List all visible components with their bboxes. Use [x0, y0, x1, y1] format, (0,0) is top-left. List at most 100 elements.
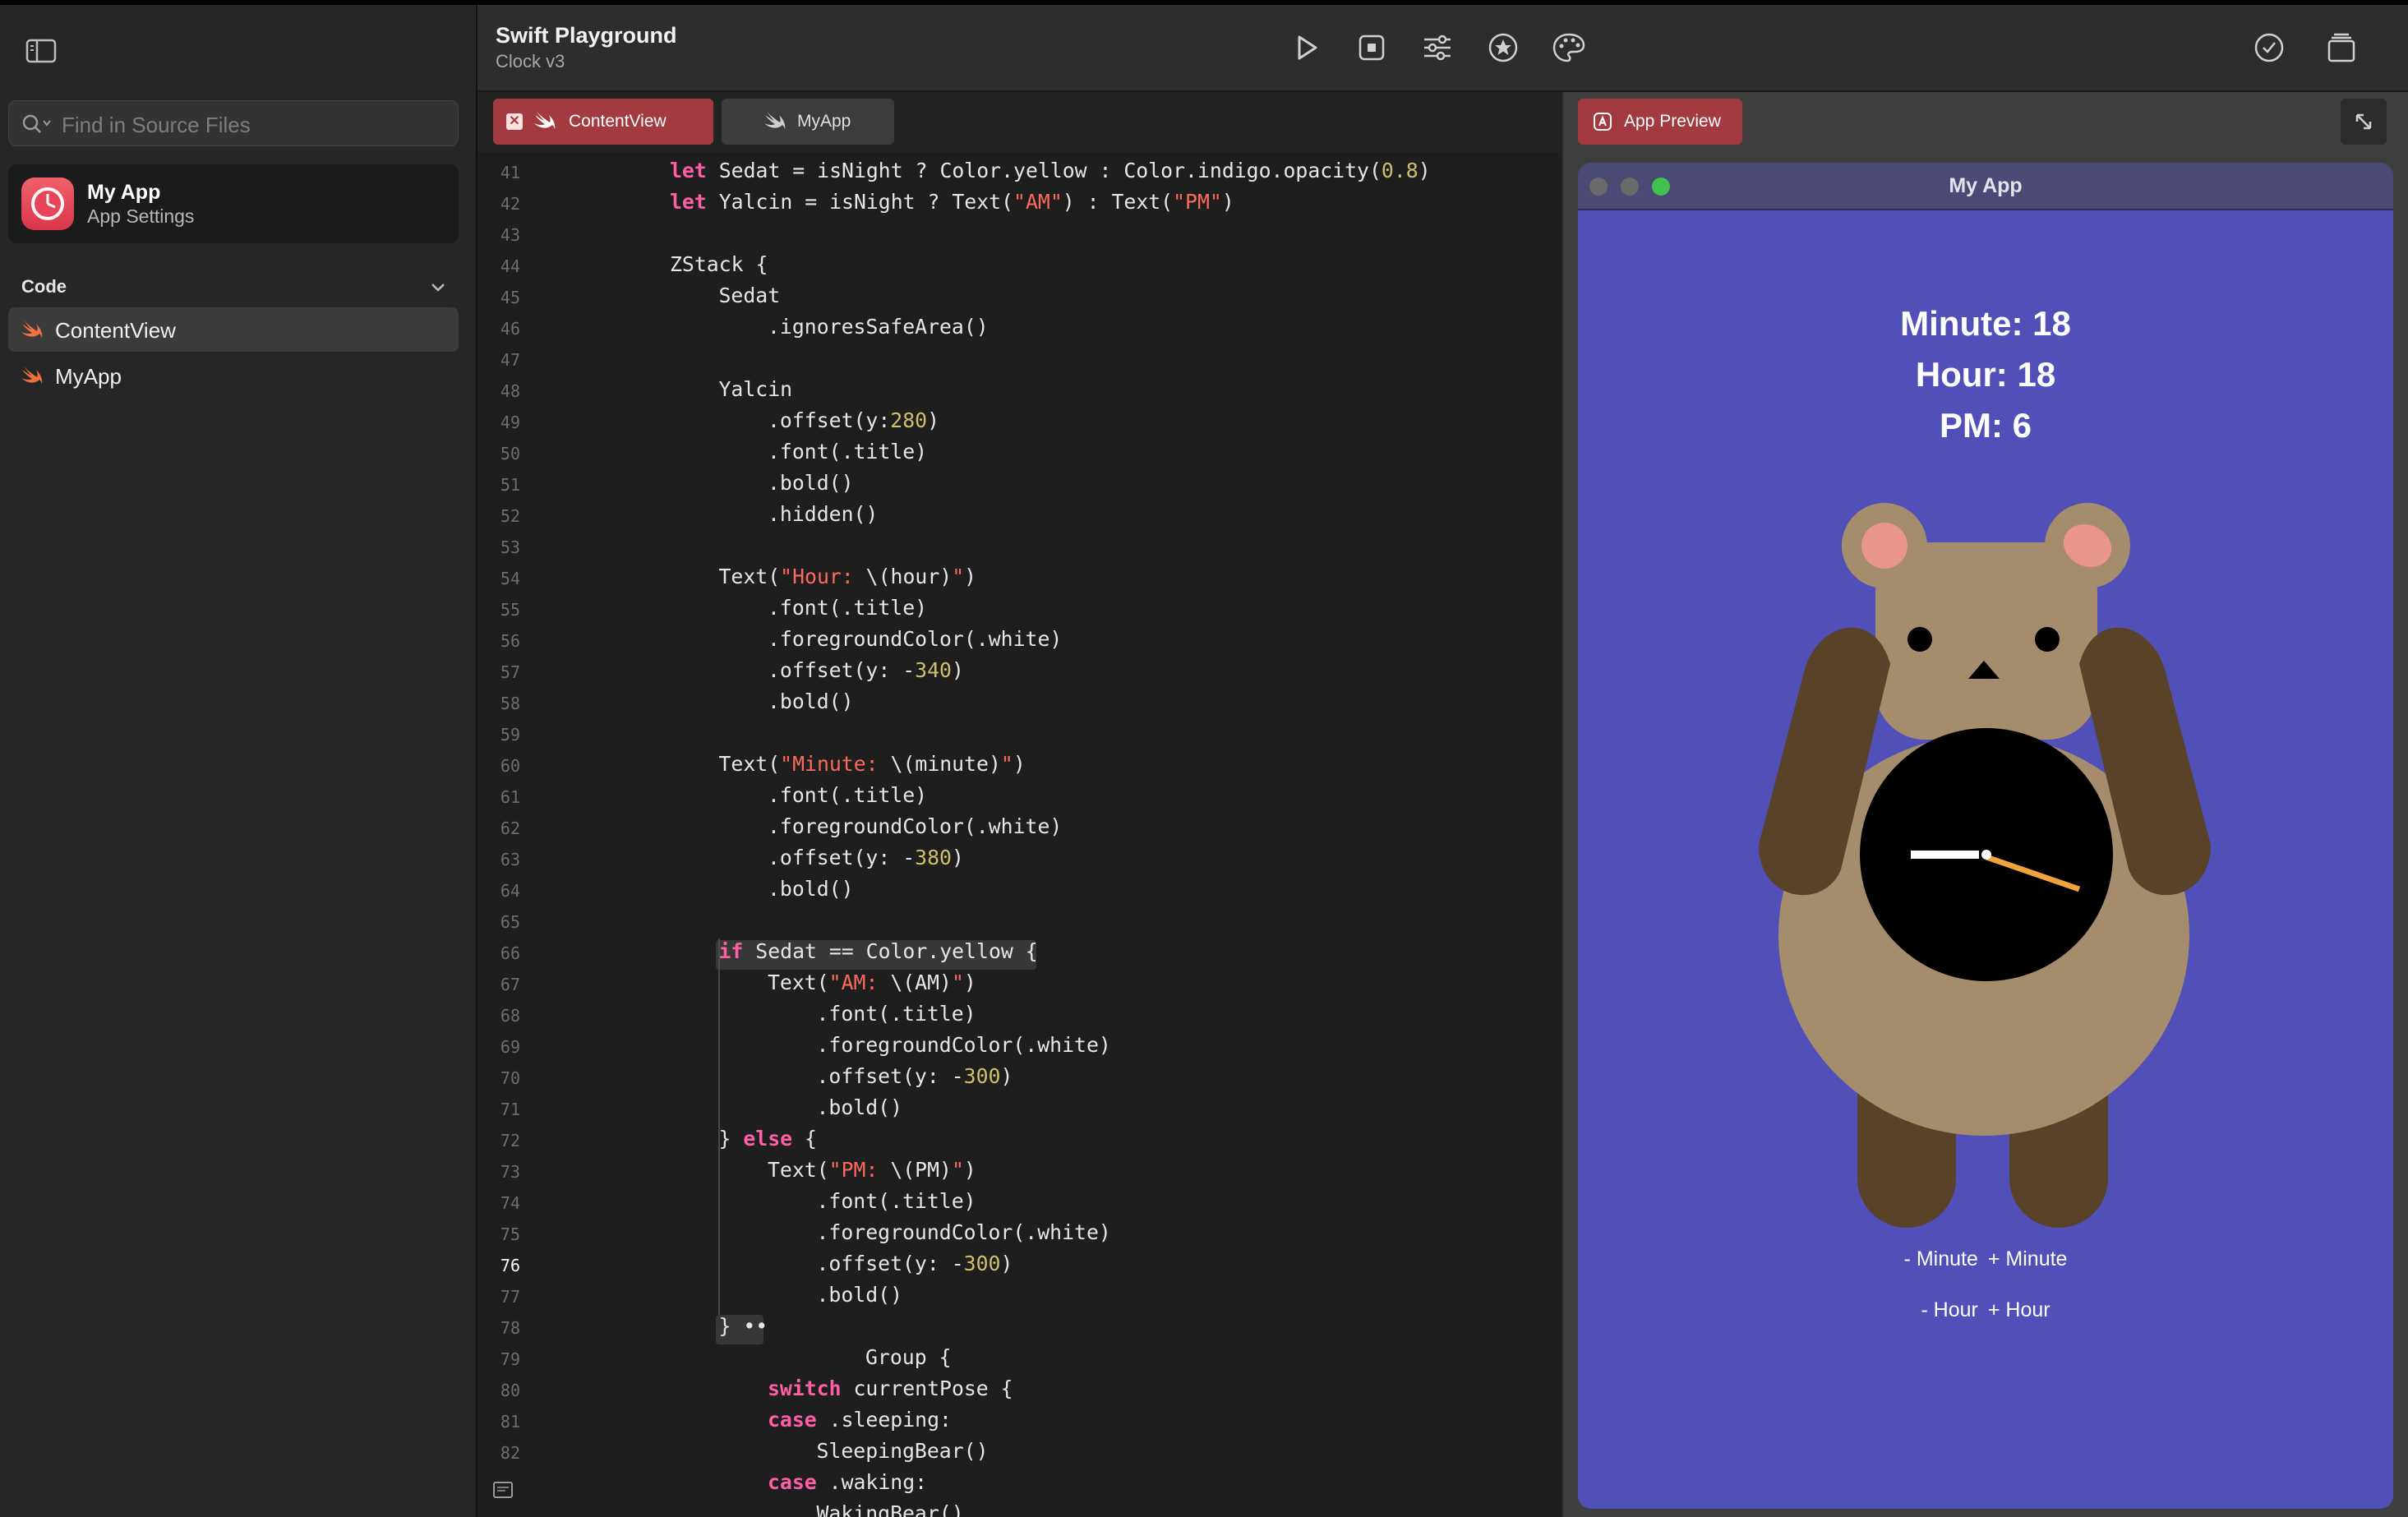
line-number: 41: [500, 163, 520, 182]
code-line: Text("Hour: \(hour)"): [719, 565, 977, 596]
code-line: let Sedat = isNight ? Color.yellow : Col…: [670, 159, 1431, 190]
code-token: .sleeping:: [816, 1408, 952, 1432]
code-line: let Yalcin = isNight ? Text("AM") : Text…: [670, 190, 1234, 221]
chevron-down-icon[interactable]: [427, 276, 449, 297]
code-editor[interactable]: 41 42 43 44 45 46 47 48 49 50 51 52 53 54 55 56 57 58 59 60…: [477, 153, 1562, 1517]
code-token: .waking:: [816, 1470, 928, 1494]
code-token: currentPose {: [841, 1376, 1013, 1400]
code-token: Text(: [768, 1158, 829, 1182]
code-token: ZStack {: [670, 252, 768, 276]
code-token: ": [952, 565, 965, 588]
app-icon: [21, 178, 74, 230]
code-token: ): [1221, 190, 1234, 214]
line-number: 73: [500, 1162, 520, 1182]
swift-icon: [21, 320, 43, 339]
play-icon[interactable]: [1288, 30, 1324, 66]
checkmark-icon[interactable]: [2251, 30, 2287, 66]
line-number: 48: [500, 381, 520, 401]
code-token: ): [963, 971, 976, 994]
code-token: ): [927, 408, 940, 432]
minus-hour-button[interactable]: - Hour: [1921, 1298, 1977, 1321]
palette-icon[interactable]: [1551, 30, 1587, 66]
hour-controls: - Hour + Hour: [1578, 1298, 2393, 1322]
code-line: case .waking:: [768, 1470, 927, 1501]
code-token: Sedat = isNight ? Color.yellow : Color.i…: [706, 159, 1382, 182]
line-number: 44: [500, 256, 520, 276]
line-number: 71: [500, 1100, 520, 1119]
code-token: WakingBear(): [816, 1501, 964, 1517]
bear-left-eye: [1907, 627, 1932, 652]
code-token: .font(.title): [816, 1189, 976, 1213]
code-line: .offset(y: -380): [768, 846, 964, 877]
code-token: Yalcin: [718, 377, 793, 401]
windows-icon[interactable]: [2323, 30, 2360, 66]
code-token: .foregroundColor(.white): [816, 1220, 1111, 1244]
code-token: let: [670, 190, 707, 214]
line-number: 77: [500, 1287, 520, 1307]
code-line: .foregroundColor(.white): [817, 1220, 1111, 1252]
code-token: ) : Text(: [1062, 190, 1174, 214]
line-number: 42: [500, 194, 520, 214]
editor-toolbar: Swift Playground Clock v3: [477, 5, 2408, 92]
expand-button[interactable]: [2341, 99, 2387, 145]
line-number: 67: [500, 975, 520, 994]
code-token: "PM:: [828, 1158, 891, 1182]
code-line: } ••: [719, 1314, 768, 1345]
star-icon[interactable]: [1485, 30, 1521, 66]
code-token: \(minute): [890, 752, 1001, 776]
line-number: 50: [500, 444, 520, 463]
line-number: 47: [500, 350, 520, 370]
line-number: 75: [500, 1224, 520, 1244]
sidebar-item-myapp[interactable]: MyApp: [8, 353, 459, 398]
code-token: \(AM): [890, 971, 952, 994]
code-line: .font(.title): [768, 783, 927, 814]
code-section-header: Code: [21, 276, 67, 297]
minute-controls: - Minute + Minute: [1578, 1247, 2393, 1271]
tab-app-preview[interactable]: App Preview: [1578, 99, 1742, 145]
expand-icon: [2355, 113, 2372, 130]
sidebar-item-contentview[interactable]: ContentView: [8, 307, 459, 352]
minus-minute-button[interactable]: - Minute: [1904, 1247, 1978, 1270]
code-token: "Hour:: [780, 565, 866, 588]
line-number: 43: [500, 225, 520, 245]
sliders-icon[interactable]: [1419, 30, 1455, 66]
code-token: ): [951, 658, 964, 682]
sidebar: Find in Source Files My App App Settings…: [0, 5, 477, 1517]
plus-hour-button[interactable]: + Hour: [1988, 1298, 2050, 1321]
line-number: 61: [500, 787, 520, 807]
code-line: SleepingBear(): [817, 1439, 989, 1470]
clock-icon: [31, 187, 64, 220]
app-settings-card[interactable]: My App App Settings: [8, 164, 459, 243]
code-token: Text(: [718, 752, 781, 776]
plus-minute-button[interactable]: + Minute: [1988, 1247, 2068, 1270]
code-token: ): [951, 846, 964, 869]
stop-icon[interactable]: [1354, 30, 1390, 66]
sidebar-toggle-icon[interactable]: [25, 35, 58, 67]
line-number: 54: [500, 569, 520, 588]
code-token: else: [743, 1127, 793, 1150]
project-subtitle: Clock v3: [496, 51, 565, 71]
code-token: ": [1000, 752, 1013, 776]
code-token: .bold(): [768, 689, 854, 713]
code-line: .bold(): [817, 1095, 903, 1127]
code-token: case: [768, 1470, 817, 1494]
tab-label: MyApp: [797, 112, 851, 131]
line-number: 53: [500, 537, 520, 557]
code-token: .bold(): [816, 1095, 903, 1119]
swift-icon: [21, 367, 43, 385]
line-number: 76: [500, 1256, 520, 1275]
editor-tabs: ✕ ContentView MyApp: [477, 92, 1562, 153]
line-number: 72: [500, 1131, 520, 1150]
search-field[interactable]: Find in Source Files: [8, 100, 459, 146]
line-number: 52: [500, 506, 520, 526]
minimap-icon[interactable]: [492, 1481, 514, 1499]
code-token: ): [1013, 752, 1026, 776]
code-token: .font(.title): [768, 596, 928, 620]
tab-myapp[interactable]: MyApp: [722, 99, 894, 145]
close-icon[interactable]: ✕: [506, 113, 523, 130]
line-number: 56: [500, 631, 520, 651]
tab-contentview[interactable]: ✕ ContentView: [493, 99, 713, 145]
search-placeholder: Find in Source Files: [62, 113, 251, 137]
code-token: .font(.title): [768, 440, 928, 463]
code-line: .bold(): [817, 1283, 903, 1314]
